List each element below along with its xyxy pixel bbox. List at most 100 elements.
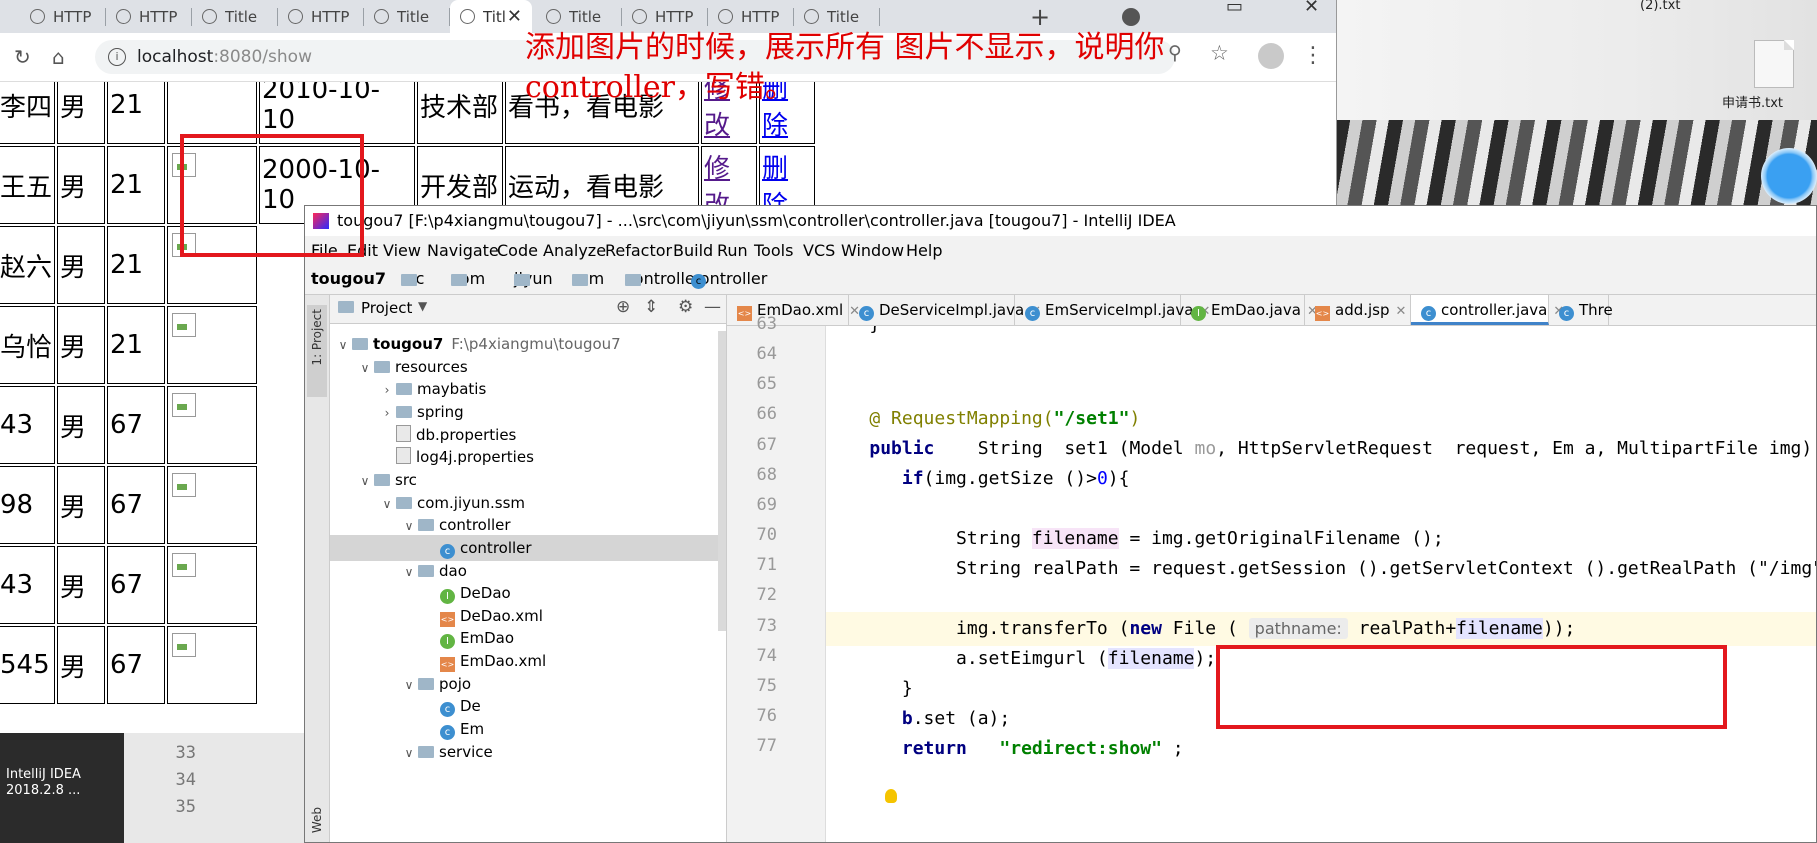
folder-icon — [396, 383, 412, 396]
folder-icon — [418, 677, 434, 690]
browser-tab[interactable]: HTTP — [106, 0, 192, 33]
locate-icon[interactable]: ⊕ — [616, 297, 630, 317]
menu-item[interactable]: Navigate — [427, 241, 499, 260]
cell-age: 21 — [107, 226, 165, 304]
globe-icon — [804, 9, 819, 24]
maximize-icon[interactable]: ▭ — [1226, 0, 1243, 17]
menu-item[interactable]: View — [383, 241, 421, 260]
tree-item-label: Em — [460, 720, 485, 739]
browser-tab-label: HTTP — [655, 7, 694, 26]
breadcrumb-item[interactable]: jiyun — [514, 269, 553, 288]
browser-tab[interactable]: Titl ✕ — [450, 0, 532, 33]
cell-age: 67 — [107, 466, 165, 544]
menu-item[interactable]: Run — [717, 241, 748, 260]
menu-item[interactable]: Code — [497, 241, 538, 260]
chevron-down-icon[interactable]: ∨ — [400, 740, 418, 766]
taskbar-intellij[interactable]: IntelliJ IDEA 2018.2.8 ... — [0, 733, 124, 843]
tree-item[interactable]: ∨ service — [330, 739, 726, 765]
home-icon[interactable]: ⌂ — [52, 45, 65, 69]
browser-tab-label: Title — [569, 7, 602, 26]
project-view-selector[interactable]: Project — [361, 299, 412, 317]
intellij-window: tougou7 [F:\p4xiangmu\tougou7] - ...\src… — [304, 205, 1817, 843]
browser-tab[interactable]: Title — [364, 0, 450, 33]
project-tool-label[interactable]: 1: Project — [310, 309, 324, 366]
close-window-icon[interactable]: ✕ — [1304, 0, 1319, 17]
broken-image-icon — [172, 393, 196, 417]
tree-item-label: DeDao.xml — [460, 606, 543, 625]
tab-search-icon[interactable] — [1122, 8, 1140, 26]
folder-icon — [401, 274, 417, 286]
background-editor-window: 33 34 35 — [124, 733, 304, 843]
floating-assistant-icon[interactable] — [1761, 148, 1817, 204]
breadcrumb-item[interactable]: c controller — [691, 269, 767, 289]
breadcrumb-item[interactable]: src — [401, 269, 424, 288]
class-icon: c — [1421, 306, 1436, 321]
intention-bulb-icon[interactable] — [885, 789, 897, 803]
reload-icon[interactable]: ↻ — [14, 45, 31, 69]
editor-tab-label: DeServiceImpl.java — [879, 301, 1025, 319]
line-number: 65 — [756, 374, 777, 395]
chevron-down-icon[interactable]: ▼ — [418, 299, 427, 313]
info-icon[interactable]: i — [108, 48, 126, 66]
editor-tab[interactable]: cDeServiceImpl.java✕ — [849, 295, 1041, 325]
browser-tab[interactable]: HTTP — [278, 0, 364, 33]
ide-menubar: File Edit View Navigate Code Analyze Refactor B… — [305, 236, 1816, 264]
browser-tab-label: HTTP — [311, 7, 350, 26]
editor-tab[interactable]: cEmServiceImpl.java✕ — [1015, 295, 1210, 325]
cell-image — [167, 546, 257, 624]
editor-gutter: 63 64 65 66 67 68 69 70 71 72 73 74 75 76 77 — [727, 314, 826, 842]
menu-item[interactable]: Build — [673, 241, 713, 260]
folder-icon — [418, 745, 434, 758]
editor-tab[interactable]: ccontroller.java✕ — [1411, 295, 1564, 325]
breadcrumb-item[interactable]: ssm — [572, 269, 604, 288]
menu-item[interactable]: VCS — [803, 241, 835, 260]
editor-tab[interactable]: I EmDao.java ✕ — [1181, 295, 1318, 325]
editor-tab[interactable]: c Thre — [1549, 295, 1613, 325]
close-tab-icon[interactable]: ✕ — [507, 6, 522, 27]
text-file-icon[interactable] — [1754, 40, 1794, 88]
editor-tab[interactable]: <> add.jsp ✕ — [1305, 295, 1411, 325]
web-tool-label[interactable]: Web — [310, 807, 324, 833]
folder-icon — [374, 360, 390, 373]
menu-kebab-icon[interactable]: ⋮ — [1302, 43, 1324, 68]
line-number: 69 — [756, 494, 777, 515]
folder-icon — [352, 338, 368, 350]
tree-item-label: dao — [439, 561, 467, 580]
cell-sex: 男 — [57, 466, 105, 544]
url-path: :8080/show — [213, 47, 312, 67]
menu-item[interactable]: Tools — [754, 241, 793, 260]
folder-icon — [418, 519, 434, 532]
menu-item[interactable]: Refactor — [605, 241, 672, 260]
breadcrumb-item[interactable]: tougou7 — [311, 269, 386, 288]
annotation-box — [180, 134, 364, 257]
project-scrollbar[interactable] — [718, 331, 726, 631]
cell-sex: 男 — [57, 626, 105, 704]
code-editor[interactable]: } @ RequestMapping("/set1") public Strin… — [826, 326, 1817, 842]
breadcrumb-item[interactable]: controller — [625, 269, 701, 288]
taskbar-label: IntelliJ IDEA — [6, 767, 81, 782]
tree-item-label: EmDao — [460, 629, 515, 648]
desktop-file-label[interactable]: 申请书.txt — [1722, 92, 1783, 111]
tree-item-label: service — [439, 742, 493, 761]
cell-age: 21 — [107, 146, 165, 224]
menu-item[interactable]: Help — [906, 241, 942, 260]
browser-tab[interactable]: Title — [192, 0, 278, 33]
menu-item[interactable]: Window — [841, 241, 904, 260]
globe-icon — [460, 9, 475, 24]
breadcrumb-item[interactable]: com — [451, 269, 485, 288]
globe-icon — [202, 9, 217, 24]
line-number: 63 — [756, 314, 777, 334]
editor-tab-label: EmDao.java — [1211, 301, 1301, 319]
collapse-icon[interactable]: ⇕ — [644, 297, 658, 317]
xml-file-icon: <> — [1315, 306, 1330, 321]
broken-image-icon — [172, 553, 196, 577]
hide-panel-icon[interactable]: — — [704, 297, 721, 317]
tree-item-label: db.properties — [416, 425, 517, 444]
code-line: String realPath = request.getSession ().… — [826, 558, 1817, 579]
browser-tab[interactable]: HTTP — [20, 0, 106, 33]
browser-tab-label: HTTP — [741, 7, 780, 26]
line-number: 76 — [756, 705, 777, 726]
menu-item[interactable]: Analyze — [543, 241, 606, 260]
close-tab-icon[interactable]: ✕ — [1396, 304, 1407, 319]
gear-icon[interactable]: ⚙ — [678, 297, 693, 317]
